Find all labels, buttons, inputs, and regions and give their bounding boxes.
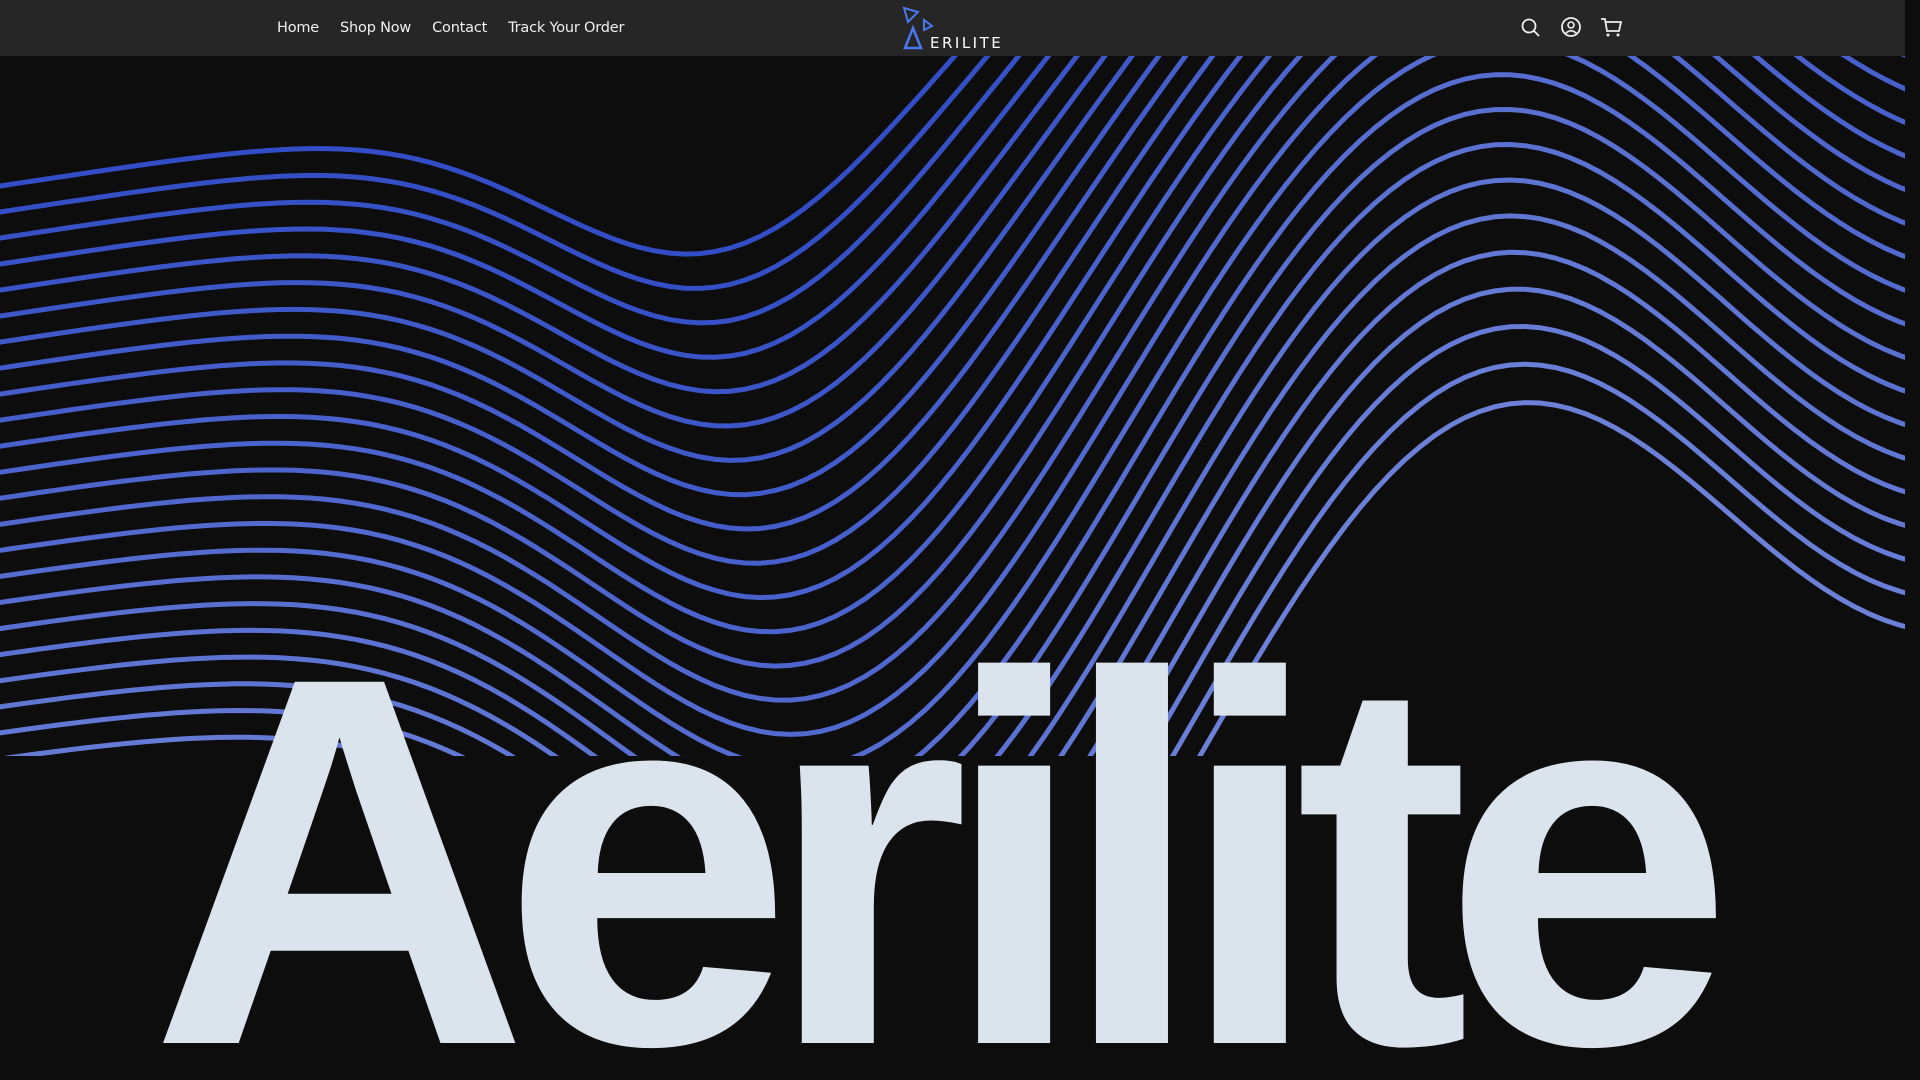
logo[interactable]: ERILITE [900, 6, 1010, 52]
nav-contact[interactable]: Contact [432, 20, 487, 36]
logo-text: ERILITE [930, 34, 1004, 52]
wave-line [0, 56, 959, 257]
site-header: Home Shop Now Contact Track Your Order E… [0, 0, 1905, 56]
nav-track-order[interactable]: Track Your Order [508, 20, 624, 36]
search-icon[interactable] [1518, 14, 1544, 42]
nav-home[interactable]: Home [277, 20, 319, 36]
main-nav: Home Shop Now Contact Track Your Order [277, 0, 624, 56]
nav-shop-now[interactable]: Shop Now [340, 20, 411, 36]
hero-headline: Aerilite [150, 569, 1734, 1080]
wave-line [0, 56, 1108, 429]
account-icon[interactable] [1558, 14, 1584, 42]
wave-line [0, 56, 1052, 360]
cart-icon[interactable] [1598, 14, 1624, 42]
wave-line [0, 56, 1905, 532]
page: Aerilite Home Shop Now Contact Track You… [0, 0, 1905, 1080]
header-actions [1518, 14, 1624, 42]
